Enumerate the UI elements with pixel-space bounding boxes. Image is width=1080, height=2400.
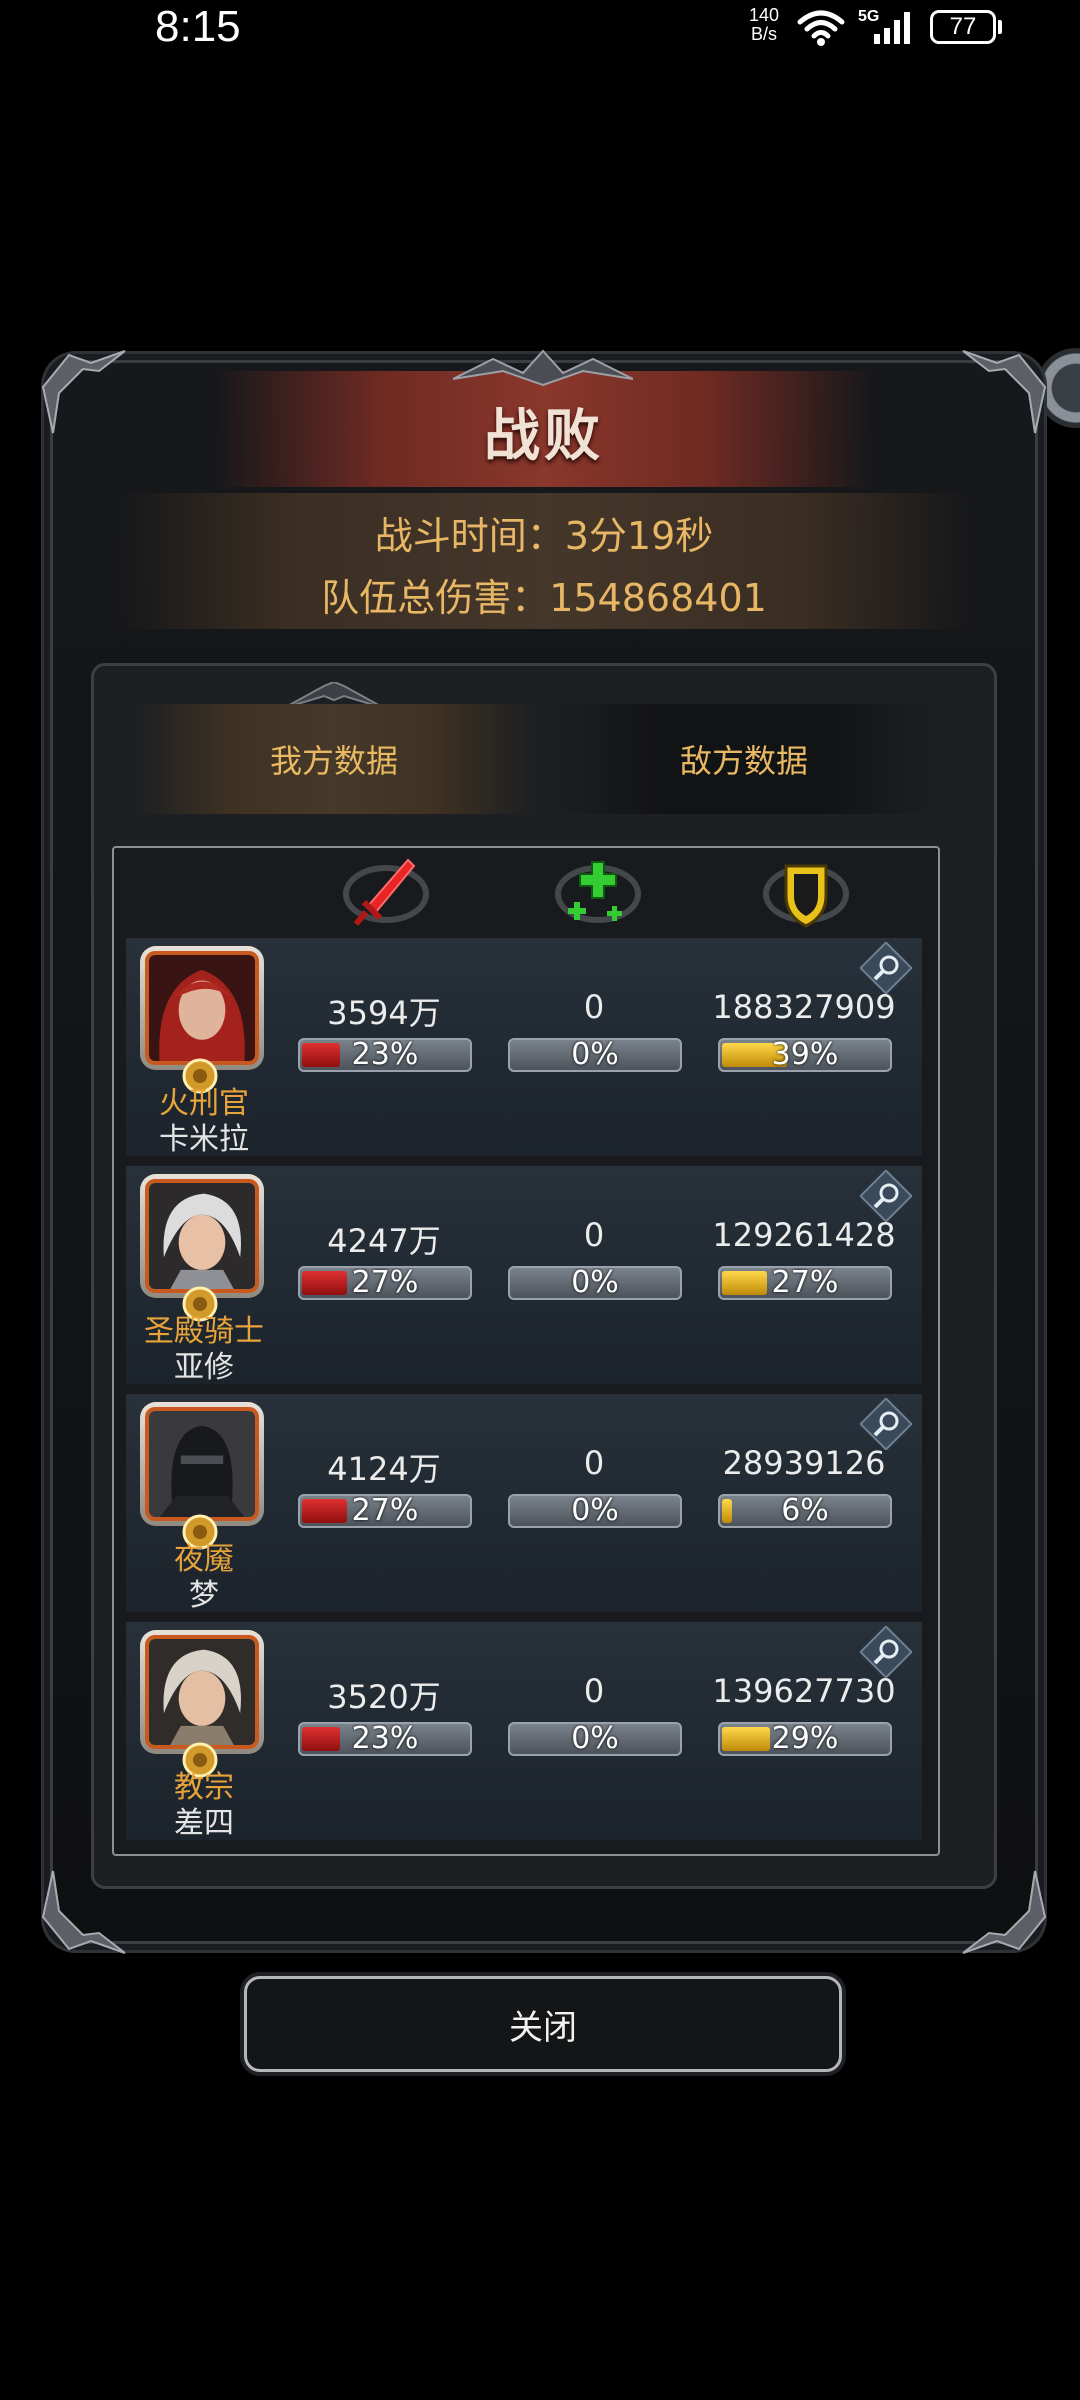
avatar xyxy=(145,1407,259,1521)
hero-portrait[interactable] xyxy=(140,1630,264,1754)
tank-value: 139627730 xyxy=(712,1672,896,1710)
hero-row[interactable]: 夜魇 梦 4124万 0 28939126 27% 0% 6% xyxy=(126,1394,922,1613)
hero-face-icon xyxy=(149,1411,255,1517)
close-button[interactable]: 关闭 xyxy=(244,1976,842,2072)
damage-value: 3520万 xyxy=(327,1678,441,1716)
tank-bar: 6% xyxy=(718,1494,892,1528)
heal-plus-icon xyxy=(555,861,641,923)
signal-bars-icon xyxy=(874,12,910,44)
hero-name: 差四 xyxy=(174,1806,234,1841)
battle-result-dialog: 战败 战斗时间：3分19秒 队伍总伤害：154868401 我方数据 敌方数据 xyxy=(41,349,1047,1954)
damage-value: 4247万 xyxy=(327,1222,441,1260)
status-bar: 8:15 140 B/s 5G 77 xyxy=(0,0,1080,60)
avatar xyxy=(145,1635,259,1749)
network-speed-value: 140 xyxy=(748,5,780,25)
magnifier-icon[interactable] xyxy=(860,1626,912,1678)
heal-percent: 0% xyxy=(571,1038,619,1072)
tank-bar: 39% xyxy=(718,1038,892,1072)
heal-value: 0 xyxy=(583,1672,605,1710)
total-team-damage: 队伍总伤害：154868401 xyxy=(321,576,767,620)
heal-value: 0 xyxy=(583,1216,605,1254)
battery-cap xyxy=(998,20,1002,34)
damage-percent: 23% xyxy=(351,1722,419,1756)
tab-enemy-data[interactable]: 敌方数据 xyxy=(544,704,944,814)
damage-percent: 23% xyxy=(351,1038,419,1072)
damage-bar: 23% xyxy=(298,1038,472,1072)
network-speed: 140 B/s xyxy=(742,6,786,44)
tank-bar: 27% xyxy=(718,1266,892,1300)
hero-portrait[interactable] xyxy=(140,1402,264,1526)
heal-bar: 0% xyxy=(508,1266,682,1300)
hero-name: 亚修 xyxy=(174,1350,234,1385)
heal-bar: 0% xyxy=(508,1038,682,1072)
damage-percent: 27% xyxy=(351,1266,419,1300)
network-speed-unit: B/s xyxy=(750,24,777,44)
magnifier-icon[interactable] xyxy=(860,1170,912,1222)
damage-value: 4124万 xyxy=(327,1450,441,1488)
hero-face-icon xyxy=(149,1183,255,1289)
hero-portrait[interactable] xyxy=(140,946,264,1070)
heal-value: 0 xyxy=(583,1444,605,1482)
tank-percent: 6% xyxy=(781,1494,829,1528)
heal-bar: 0% xyxy=(508,1722,682,1756)
avatar xyxy=(145,1179,259,1293)
damage-percent: 27% xyxy=(351,1494,419,1528)
heal-percent: 0% xyxy=(571,1494,619,1528)
stats-panel: 我方数据 敌方数据 火刑官 卡米拉 3594万 0 188327909 23% … xyxy=(91,663,997,1889)
tank-bar: 29% xyxy=(718,1722,892,1756)
magnifier-icon[interactable] xyxy=(860,1398,912,1450)
tank-value: 28939126 xyxy=(722,1444,886,1482)
sword-icon xyxy=(343,858,429,926)
hero-name: 梦 xyxy=(189,1578,219,1613)
hero-name: 卡米拉 xyxy=(159,1122,249,1157)
result-title: 战败 xyxy=(484,404,604,469)
hero-portrait[interactable] xyxy=(140,1174,264,1298)
magnifier-icon[interactable] xyxy=(860,942,912,994)
tank-percent: 29% xyxy=(771,1722,839,1756)
damage-bar: 27% xyxy=(298,1494,472,1528)
hero-stats-table: 火刑官 卡米拉 3594万 0 188327909 23% 0% 39% 圣殿骑… xyxy=(112,846,940,1856)
heal-percent: 0% xyxy=(571,1722,619,1756)
avatar xyxy=(145,951,259,1065)
tank-value: 188327909 xyxy=(712,988,896,1026)
hero-row[interactable]: 火刑官 卡米拉 3594万 0 188327909 23% 0% 39% xyxy=(126,938,922,1157)
damage-bar: 27% xyxy=(298,1266,472,1300)
crest-ornament-icon xyxy=(453,349,633,387)
battle-time: 战斗时间：3分19秒 xyxy=(374,514,714,558)
wifi-icon xyxy=(797,10,845,46)
tank-value: 129261428 xyxy=(712,1216,896,1254)
heal-percent: 0% xyxy=(571,1266,619,1300)
hero-face-icon xyxy=(149,955,255,1061)
tab-our-data[interactable]: 我方数据 xyxy=(134,704,534,814)
heal-bar: 0% xyxy=(508,1494,682,1528)
damage-value: 3594万 xyxy=(327,994,441,1032)
hero-face-icon xyxy=(149,1639,255,1745)
tank-percent: 27% xyxy=(771,1266,839,1300)
battery-indicator: 77 xyxy=(930,10,996,44)
clock: 8:15 xyxy=(155,2,241,51)
hero-row[interactable]: 教宗 差四 3520万 0 139627730 23% 0% 29% xyxy=(126,1622,922,1841)
damage-bar: 23% xyxy=(298,1722,472,1756)
battery-level: 77 xyxy=(949,13,977,40)
heal-value: 0 xyxy=(583,988,605,1026)
hero-row[interactable]: 圣殿骑士 亚修 4247万 0 129261428 27% 0% 27% xyxy=(126,1166,922,1385)
shield-icon xyxy=(763,864,849,928)
data-tabs: 我方数据 敌方数据 xyxy=(134,682,954,814)
tank-percent: 39% xyxy=(771,1038,839,1072)
